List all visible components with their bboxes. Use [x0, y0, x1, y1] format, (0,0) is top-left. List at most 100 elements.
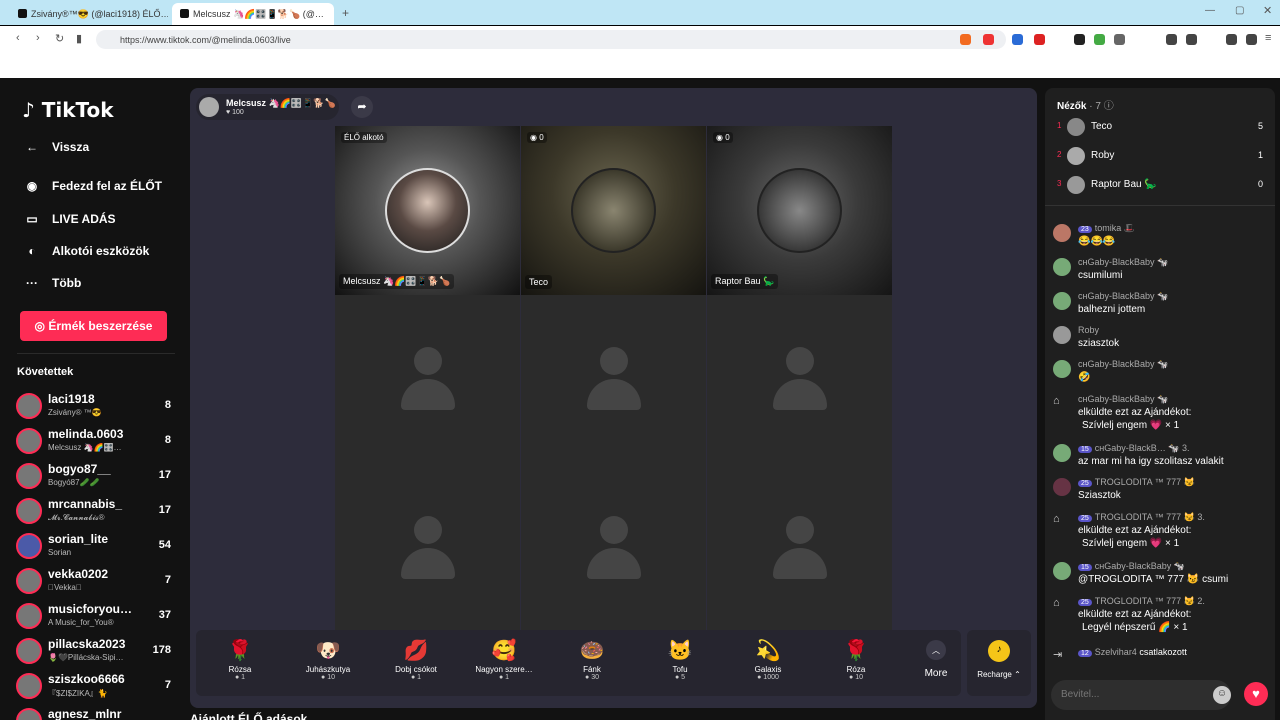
guest-video[interactable]: ◉ 0 Raptor Bau 🦕	[707, 126, 892, 295]
avatar	[16, 708, 42, 720]
extension-icon[interactable]	[1034, 34, 1045, 45]
translate-icon[interactable]	[1012, 34, 1023, 45]
following-item[interactable]: pillacska2023 🌷🖤Pillácska-Sipi… 178	[16, 635, 181, 669]
gift-item[interactable]: 🌹 Rózsa ● 1	[196, 630, 284, 696]
recharge-button[interactable]: ♪ Recharge ⌃	[967, 630, 1031, 696]
gift-item[interactable]: 💋 Dobj csókot ● 1	[372, 630, 460, 696]
empty-seat[interactable]	[335, 464, 520, 633]
empty-seat[interactable]	[521, 295, 706, 464]
recharge-label: Recharge ⌃	[977, 670, 1021, 679]
arrow-left-icon: ←	[26, 140, 38, 154]
following-item[interactable]: vekka0202⃟Vekka⃟ 7	[16, 565, 181, 599]
following-item[interactable]: musicforyou… A Music_for_You® 37	[16, 600, 181, 634]
download-icon[interactable]	[1226, 34, 1237, 45]
gift-icon: ⌂	[1053, 395, 1060, 407]
gift-item[interactable]: 🥰 Nagyon szere… ● 1	[460, 630, 548, 696]
avatar	[16, 463, 42, 489]
menu-icon[interactable]: ≡	[1265, 32, 1271, 44]
following-item[interactable]: sziszkoo6666 『$ZI$ZIKA』🐈 7	[16, 670, 181, 704]
empty-seat[interactable]	[521, 464, 706, 633]
gift-item[interactable]: 🐱 Tofu ● 5	[636, 630, 724, 696]
following-item[interactable]: melinda.0603 Melcsusz 🦄🌈🎛️… 8	[16, 425, 181, 459]
avatar	[1053, 444, 1071, 462]
host-info[interactable]: Melcsusz 🦄🌈🎛️📱🐕🍗 ♥ 100	[196, 94, 339, 120]
chat-user: 15 cʜGaby-BlackBaby 🐄	[1078, 561, 1268, 572]
minimize-button[interactable]: —	[1205, 5, 1215, 16]
following-name: vekka0202	[48, 567, 109, 581]
nav-creator-tools[interactable]: ◐ Alkotói eszközök	[22, 244, 149, 258]
empty-seat[interactable]	[707, 295, 892, 464]
vpn-icon[interactable]	[1246, 34, 1257, 45]
gift-price: ● 10	[849, 674, 863, 681]
browser-tab[interactable]: Zsivány®™😎 (@laci1918) ÉLŐ…	[10, 3, 168, 25]
extension-icon[interactable]	[1094, 34, 1105, 45]
chat-input[interactable]: Bevitel...	[1051, 680, 1231, 710]
more-gifts-button[interactable]: ︿ More	[911, 630, 961, 696]
join-icon: ⇥	[1053, 649, 1063, 661]
following-item[interactable]: laci1918 Zsivány® ™😎 8	[16, 390, 181, 424]
reload-icon[interactable]: ↻	[55, 32, 64, 45]
sidebar-icon[interactable]	[1186, 34, 1197, 45]
bookmark-icon[interactable]: ▮	[76, 32, 82, 45]
gift-item[interactable]: 🌹 Róza ● 10	[812, 630, 900, 696]
gift-price: ● 5	[674, 674, 686, 681]
chat-user: 25 TROGLODITA ™ 777 😼 3.	[1078, 512, 1268, 523]
nav-more[interactable]: ··· Több	[22, 276, 81, 290]
viewer-row[interactable]: 1 Teco 5	[1057, 116, 1263, 138]
following-name: sorian_lite	[48, 532, 109, 546]
forward-icon[interactable]: ›	[36, 32, 40, 44]
empty-seat[interactable]	[707, 464, 892, 633]
host-video[interactable]: ÉLŐ alkotó Melcsusz 🦄🌈🎛️📱🐕🍗	[335, 126, 520, 295]
emoji-icon[interactable]: ☺	[1213, 686, 1231, 704]
extension-icon[interactable]	[1074, 34, 1085, 45]
viewer-row[interactable]: 3 Raptor Bau 🦕 0	[1057, 174, 1263, 196]
url-field[interactable]: https://www.tiktok.com/@melinda.0603/liv…	[96, 30, 1006, 49]
info-icon[interactable]: ⓘ	[1104, 101, 1114, 112]
gift-name: Tofu	[672, 665, 688, 674]
following-item[interactable]: bogyo87__ Bogyó87🥒🥒 17	[16, 460, 181, 494]
get-coins-button[interactable]: ◎ Érmék beszerzése	[20, 311, 167, 341]
back-icon[interactable]: ‹	[16, 32, 20, 44]
guest-avatar	[757, 168, 842, 253]
host-name: Melcsusz 🦄🌈🎛️📱🐕🍗	[226, 98, 336, 108]
avatar	[16, 428, 42, 454]
guest-video[interactable]: ◉ 0 Teco	[521, 126, 706, 295]
rewards-icon[interactable]	[983, 34, 994, 45]
share-icon[interactable]: ➦	[351, 96, 373, 118]
maximize-button[interactable]: ▢	[1235, 5, 1244, 16]
following-sub: 『$ZI$ZIKA』🐈	[48, 689, 108, 698]
empty-seat[interactable]	[335, 295, 520, 464]
close-button[interactable]: ✕	[1263, 4, 1272, 17]
love-face-icon: 🥰	[491, 640, 517, 662]
more-label: More	[924, 668, 948, 679]
tiktok-icon	[18, 9, 27, 18]
gift-price: ● 10	[321, 674, 335, 681]
puzzle-icon[interactable]	[1114, 34, 1125, 45]
gift-item[interactable]: 🍩 Fánk ● 30	[548, 630, 636, 696]
viewer-row[interactable]: 2 Roby 1	[1057, 145, 1263, 167]
following-item[interactable]: agnesz_mlnr	[16, 705, 181, 720]
heart-icon[interactable]: ♥	[1244, 682, 1268, 706]
divider	[17, 353, 175, 354]
gift-name: Rózsa	[228, 665, 252, 674]
gift-item[interactable]: 💫 Galaxis ● 1000	[724, 630, 812, 696]
tiktok-logo[interactable]: ♪ TikTok	[22, 98, 114, 122]
nav-go-live[interactable]: ▭ LIVE ADÁS	[22, 212, 115, 226]
tab-title: Zsivány®™😎 (@laci1918) ÉLŐ…	[31, 9, 168, 19]
browser-tab-active[interactable]: Melcsusz 🦄🌈🎛️📱🐕🍗 (@…	[172, 3, 334, 25]
lightbulb-icon: ◐	[28, 244, 36, 258]
viewer-count: 8	[164, 434, 171, 446]
music-icon[interactable]	[1166, 34, 1177, 45]
chat-text: elküldte ezt az Ajándékot:	[1078, 609, 1192, 620]
host-caption: Melcsusz 🦄🌈🎛️📱🐕🍗	[339, 274, 455, 289]
following-item[interactable]: sorian_lite Sorian 54	[16, 530, 181, 564]
following-item[interactable]: mrcannabis_ 𝓜𝓻.𝓒𝓪𝓷𝓷𝓪𝓫𝓲𝓼® 17	[16, 495, 181, 529]
back-link[interactable]: ← Vissza	[22, 140, 89, 154]
level-badge: 25	[1078, 599, 1092, 606]
new-tab-button[interactable]: +	[342, 6, 349, 20]
gift-item[interactable]: 🐶 Juhászkutya ● 10	[284, 630, 372, 696]
nav-explore-live[interactable]: ◉ Fedezd fel az ÉLŐT	[22, 179, 162, 193]
avatar	[1067, 176, 1085, 194]
viewer-name: Teco	[1091, 121, 1113, 132]
brave-shield-icon[interactable]	[960, 34, 971, 45]
